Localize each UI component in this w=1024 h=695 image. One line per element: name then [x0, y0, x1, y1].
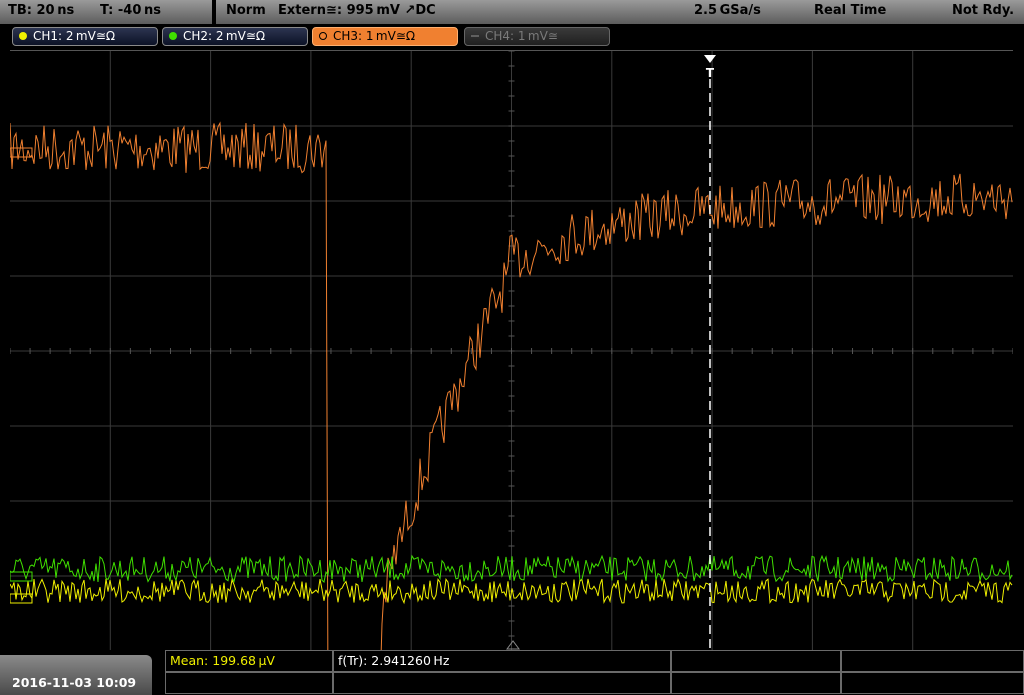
channel-tab-label: CH3: 1 mV≅Ω	[333, 29, 416, 43]
measurement-slot-empty	[671, 650, 841, 672]
channel-tab-label: CH4: 1 mV≅	[485, 29, 558, 43]
measurement-slot-empty	[841, 672, 1024, 694]
timebase-readout: TB: 20 ns	[8, 3, 75, 18]
measurement-slot-empty	[333, 672, 671, 694]
measurement-slot-empty	[165, 672, 333, 694]
channel-tab-ch3[interactable]: CH3: 1 mV≅Ω	[312, 27, 458, 46]
waveform-plot: T	[9, 50, 1014, 695]
measurement-slot-empty	[841, 650, 1024, 672]
measurement-slot-empty	[671, 672, 841, 694]
ch3-indicator-icon	[319, 32, 327, 40]
acquisition-mode: Real Time	[814, 3, 887, 18]
channel-tab-ch2[interactable]: CH2: 2 mV≅Ω	[162, 27, 308, 46]
datetime-panel[interactable]: 2016-11-03 10:09	[0, 655, 152, 695]
ch4-off-icon	[471, 35, 479, 37]
trigger-time-readout: T: -40 ns	[100, 3, 161, 18]
trigger-label: T	[706, 66, 715, 80]
channel-tab-ch1[interactable]: CH1: 2 mV≅Ω	[12, 27, 158, 46]
timebase-panel[interactable]: TB: 20 ns T: -40 ns	[0, 0, 212, 24]
status-footer: 2016-11-03 10:09 Mean: 199.68 μV f(Tr): …	[0, 650, 1024, 695]
channel-tab-label: CH2: 2 mV≅Ω	[183, 29, 266, 43]
ch2-indicator-icon	[169, 32, 177, 40]
sample-rate: 2.5 GSa/s	[694, 3, 761, 18]
trigger-position-icon	[704, 55, 716, 63]
waveform-display[interactable]: T	[9, 50, 1014, 695]
acquisition-status: Not Rdy.	[952, 3, 1015, 18]
datetime-readout: 2016-11-03 10:09	[12, 675, 137, 690]
trigger-mode: Norm	[226, 3, 266, 18]
channel-tab-label: CH1: 2 mV≅Ω	[33, 29, 116, 43]
trigger-status-panel[interactable]: Norm Extern≅: 995 mV ↗DC 2.5 GSa/s Real …	[216, 0, 1024, 24]
trigger-source: Extern≅: 995 mV ↗DC	[278, 3, 436, 18]
mean-measurement: Mean: 199.68 μV	[165, 650, 333, 672]
center-marker-icon	[506, 640, 520, 650]
measurement-panel[interactable]: Mean: 199.68 μV f(Tr): 2.941260 Hz	[165, 650, 1024, 695]
frequency-measurement: f(Tr): 2.941260 Hz	[333, 650, 671, 672]
ch1-indicator-icon	[19, 32, 27, 40]
channel-tab-ch4[interactable]: CH4: 1 mV≅	[464, 27, 610, 46]
channel-tabs: CH1: 2 mV≅Ω CH2: 2 mV≅Ω CH3: 1 mV≅Ω CH4:…	[0, 26, 1024, 48]
